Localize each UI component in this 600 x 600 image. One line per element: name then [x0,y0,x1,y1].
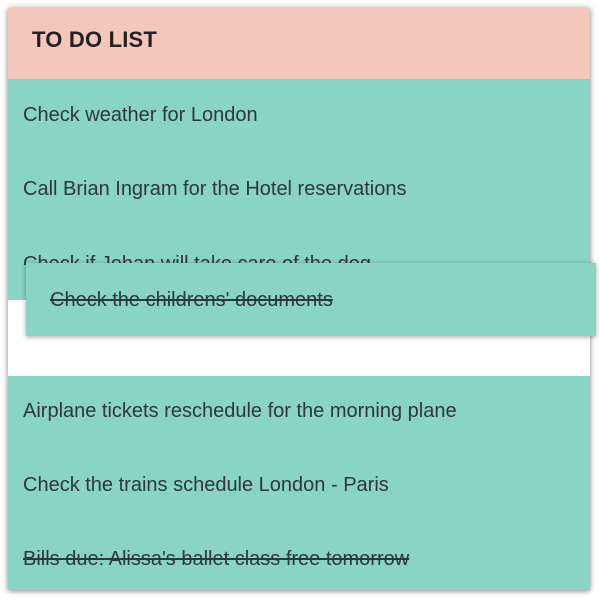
dragged-todo-item-label: Check the childrens' documents [50,289,333,311]
todo-item[interactable]: Airplane tickets reschedule for the morn… [23,400,457,423]
todo-header: TO DO LIST [8,8,590,79]
todo-item[interactable]: Call Brian Ingram for the Hotel reservat… [23,178,407,201]
page-title: TO DO LIST [32,27,158,52]
todo-item-completed[interactable]: Bills due: Alissa's ballet class free to… [23,548,409,571]
dragged-todo-item[interactable]: Check the childrens' documents [26,263,596,336]
todo-item[interactable]: Check the trains schedule London - Paris [23,474,389,497]
todo-item[interactable]: Check weather for London [23,104,258,127]
